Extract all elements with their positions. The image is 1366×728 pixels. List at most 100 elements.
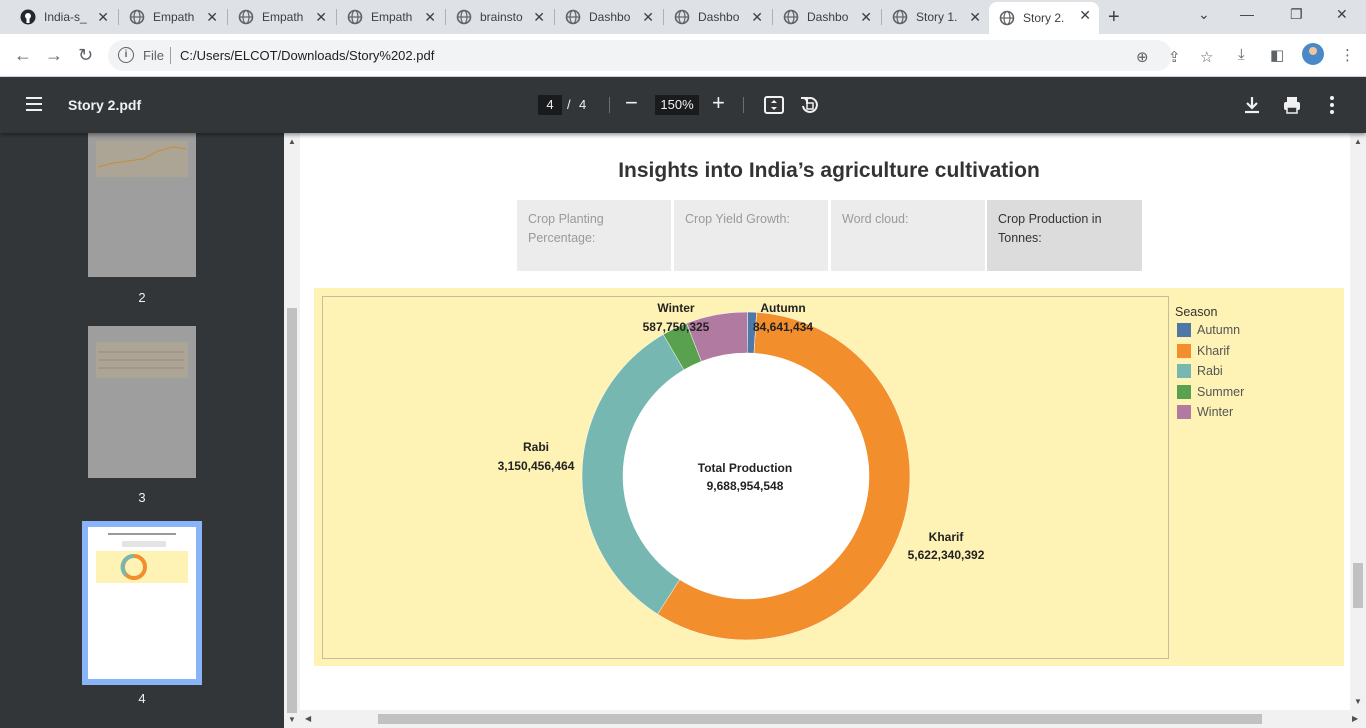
restore-button[interactable]: ❐ bbox=[1290, 6, 1303, 23]
browser-menu-icon[interactable]: ⋮ bbox=[1340, 46, 1355, 64]
bookmark-star-icon[interactable]: ☆ bbox=[1200, 48, 1213, 66]
zoom-in-button[interactable]: + bbox=[712, 91, 725, 115]
browser-tab[interactable]: Story 2. ✕ bbox=[989, 2, 1099, 34]
scroll-down-arrow-icon[interactable]: ▼ bbox=[288, 715, 296, 724]
close-tab-icon[interactable]: ✕ bbox=[969, 9, 981, 25]
browser-tab[interactable]: Empath ✕ bbox=[119, 4, 226, 30]
tab-title: Empath bbox=[153, 10, 195, 24]
divider bbox=[743, 97, 744, 113]
close-tab-icon[interactable]: ✕ bbox=[97, 9, 109, 25]
globe-icon bbox=[674, 9, 690, 25]
share-icon[interactable]: ⇪ bbox=[1168, 48, 1181, 66]
divider bbox=[609, 97, 610, 113]
close-tab-icon[interactable]: ✕ bbox=[642, 9, 654, 25]
divider bbox=[170, 47, 171, 64]
browser-tab[interactable]: Dashbo ✕ bbox=[773, 4, 880, 30]
tab-title: Dashbo bbox=[807, 10, 849, 24]
close-tab-icon[interactable]: ✕ bbox=[315, 9, 327, 25]
scroll-right-arrow-icon[interactable]: ▶ bbox=[1352, 714, 1358, 723]
globe-icon bbox=[892, 9, 908, 25]
legend-item[interactable]: Kharif bbox=[1177, 343, 1230, 358]
slice-label-winter-value: 587,750,325 bbox=[642, 320, 710, 334]
legend-swatch bbox=[1177, 364, 1191, 378]
more-options-icon[interactable] bbox=[1321, 94, 1343, 116]
legend-label: Summer bbox=[1197, 384, 1245, 399]
tab-title: India-s_ bbox=[44, 10, 87, 24]
legend-item[interactable]: Rabi bbox=[1177, 364, 1223, 378]
browser-tab[interactable]: Empath ✕ bbox=[228, 4, 335, 30]
scroll-down-arrow-icon[interactable]: ▼ bbox=[1354, 697, 1362, 706]
story-tab-word-cloud[interactable]: Word cloud: bbox=[831, 200, 985, 271]
tab-title: Empath bbox=[371, 10, 413, 24]
scroll-up-arrow-icon[interactable]: ▲ bbox=[1354, 137, 1362, 146]
legend-swatch bbox=[1177, 323, 1191, 337]
url-text[interactable]: C:/Users/ELCOT/Downloads/Story%202.pdf bbox=[180, 48, 434, 63]
side-panel-icon[interactable]: ◧ bbox=[1270, 46, 1284, 64]
slice-label-kharif-name: Kharif bbox=[928, 530, 964, 544]
reload-icon[interactable]: ↻ bbox=[78, 45, 93, 66]
browser-tab[interactable]: Story 1. ✕ bbox=[882, 4, 989, 30]
browser-tab[interactable]: India-s_ ✕ bbox=[10, 4, 117, 30]
scrollbar-thumb[interactable] bbox=[287, 308, 297, 713]
thumbnail-number: 3 bbox=[138, 490, 146, 505]
slice-label-autumn-value: 84,641,434 bbox=[752, 320, 814, 334]
document-horizontal-scrollbar[interactable]: ◀ ▶ bbox=[300, 710, 1366, 728]
legend-item[interactable]: Summer bbox=[1177, 384, 1245, 399]
center-value: 9,688,954,548 bbox=[706, 479, 784, 493]
zoom-level-input[interactable]: 150% bbox=[655, 95, 699, 115]
legend-label: Rabi bbox=[1197, 364, 1223, 378]
story-tab-crop-production[interactable]: Crop Production in Tonnes: bbox=[987, 200, 1142, 271]
page-thumbnail-3[interactable] bbox=[88, 326, 196, 478]
total-pages: 4 bbox=[579, 97, 587, 112]
back-arrow-icon[interactable]: ← bbox=[14, 45, 32, 66]
page-number-input[interactable]: 4 bbox=[538, 95, 562, 115]
tab-search-icon[interactable]: ⌄ bbox=[1198, 6, 1210, 23]
browser-tab[interactable]: Empath ✕ bbox=[337, 4, 444, 30]
profile-avatar[interactable] bbox=[1302, 43, 1324, 65]
legend-label: Winter bbox=[1197, 405, 1234, 419]
scroll-up-arrow-icon[interactable]: ▲ bbox=[288, 137, 296, 146]
info-icon[interactable]: i bbox=[118, 47, 134, 63]
scrollbar-thumb[interactable] bbox=[1353, 563, 1363, 608]
legend-item[interactable]: Winter bbox=[1177, 405, 1233, 419]
tab-title: Story 2. bbox=[1023, 11, 1065, 25]
legend-swatch bbox=[1177, 384, 1191, 399]
close-tab-icon[interactable]: ✕ bbox=[751, 9, 763, 25]
legend-item[interactable]: Autumn bbox=[1177, 323, 1240, 337]
address-bar-row: ← → ↻ i File C:/Users/ELCOT/Downloads/St… bbox=[0, 34, 1366, 77]
close-tab-icon[interactable]: ✕ bbox=[1079, 7, 1091, 23]
tab-title: Dashbo bbox=[698, 10, 740, 24]
close-tab-icon[interactable]: ✕ bbox=[424, 9, 436, 25]
close-window-button[interactable]: ✕ bbox=[1336, 6, 1348, 23]
legend-title: Season bbox=[1175, 305, 1218, 319]
story-tab-crop-planting[interactable]: Crop Planting Percentage: bbox=[517, 200, 671, 271]
browser-tab[interactable]: Dashbo ✕ bbox=[664, 4, 771, 30]
rotate-icon[interactable] bbox=[799, 94, 821, 116]
story-tab-crop-yield[interactable]: Crop Yield Growth: bbox=[674, 200, 828, 271]
new-tab-button[interactable]: + bbox=[1108, 6, 1120, 29]
scrollbar-thumb[interactable] bbox=[378, 714, 1262, 724]
pdf-toolbar: Story 2.pdf 4 / 4 − 150% + bbox=[0, 77, 1366, 133]
document-vertical-scrollbar[interactable]: ▲ ▼ bbox=[1350, 133, 1366, 710]
forward-arrow-icon[interactable]: → bbox=[45, 45, 63, 66]
downloads-icon[interactable]: ⤓ bbox=[1238, 46, 1245, 63]
menu-icon[interactable] bbox=[26, 97, 42, 111]
close-tab-icon[interactable]: ✕ bbox=[206, 9, 218, 25]
sidebar-scrollbar[interactable]: ▲ ▼ bbox=[284, 133, 300, 728]
fit-page-icon[interactable] bbox=[763, 94, 785, 116]
page-thumbnail-2[interactable] bbox=[88, 133, 196, 277]
minimize-button[interactable]: — bbox=[1240, 6, 1254, 22]
browser-tab[interactable]: Dashbo ✕ bbox=[555, 4, 662, 30]
zoom-out-button[interactable]: − bbox=[625, 91, 638, 115]
browser-tab[interactable]: brainsto ✕ bbox=[446, 4, 553, 30]
slice-label-winter-name: Winter bbox=[657, 301, 695, 315]
close-tab-icon[interactable]: ✕ bbox=[533, 9, 545, 25]
print-icon[interactable] bbox=[1281, 94, 1303, 116]
close-tab-icon[interactable]: ✕ bbox=[860, 9, 872, 25]
page-thumbnail-4[interactable] bbox=[82, 521, 202, 685]
zoom-icon[interactable]: ⊕ bbox=[1136, 48, 1149, 66]
download-icon[interactable] bbox=[1241, 94, 1263, 116]
thumbnail-preview bbox=[96, 533, 188, 583]
address-bar[interactable]: i File C:/Users/ELCOT/Downloads/Story%20… bbox=[108, 40, 1213, 71]
scroll-left-arrow-icon[interactable]: ◀ bbox=[305, 714, 311, 723]
